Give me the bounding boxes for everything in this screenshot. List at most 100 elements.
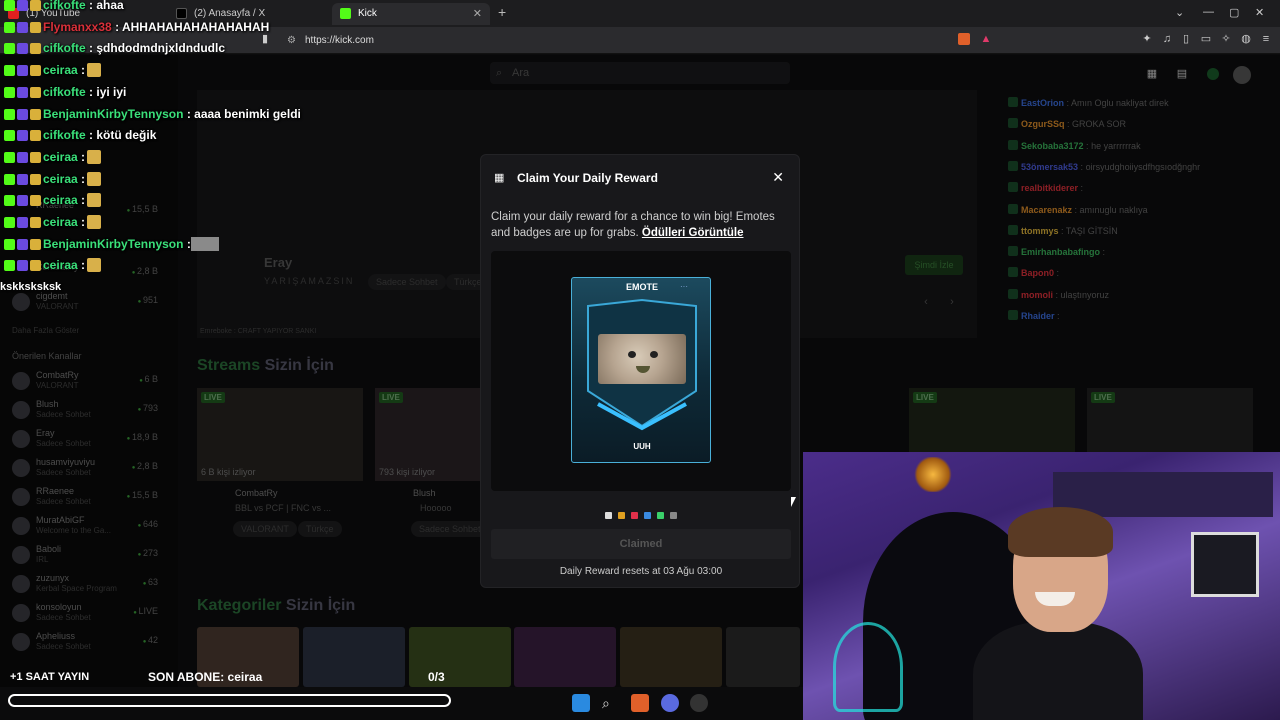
chat-text: : (81, 63, 86, 78)
overlay-chat-message: ceiraa : (4, 149, 102, 166)
obs-icon[interactable] (690, 694, 708, 712)
chat-badges (4, 65, 43, 79)
subscriber-badge-icon (17, 173, 28, 185)
chat-text: : şdhdodmdnjxldndudlc (89, 41, 226, 56)
rarity-swatch (605, 512, 612, 519)
search-icon[interactable]: ⌕ (602, 694, 620, 712)
emote-mouth (636, 366, 650, 373)
kick-badge-icon (4, 173, 15, 185)
view-rewards-link[interactable]: Ödülleri Görüntüle (642, 227, 744, 239)
chat-text: : (81, 258, 86, 273)
windows-start-icon[interactable] (572, 694, 590, 712)
last-sub-label: SON ABONE: ceiraa (148, 670, 263, 684)
kick-badge-icon (4, 217, 15, 228)
emote-icon (87, 258, 102, 273)
webcam-overlay (803, 452, 1280, 720)
chat-badges (4, 21, 43, 36)
kick-badge-icon (4, 0, 15, 11)
emote-eye (650, 351, 658, 358)
chat-badges (4, 0, 43, 14)
overlay-chat-message: cifkofte : kötü değik (4, 128, 156, 144)
url-field[interactable]: ⚙ https://kick.com (285, 31, 965, 50)
emote-image (598, 334, 686, 384)
card-name: UUH (633, 442, 651, 451)
chat-badges (4, 130, 43, 144)
emote-icon (87, 149, 102, 164)
gift-icon: ▦ (494, 172, 505, 184)
new-tab-button[interactable]: + (498, 4, 506, 20)
maximize-icon[interactable]: ▢ (1229, 6, 1239, 19)
emote-badge-icon (30, 43, 41, 55)
rarity-swatch (644, 512, 651, 519)
subscriber-badge-icon (17, 130, 28, 142)
discord-icon[interactable] (661, 694, 679, 712)
close-icon[interactable]: ✕ (772, 169, 784, 186)
close-tab-icon[interactable]: ✕ (473, 3, 482, 25)
chat-badges (4, 151, 43, 166)
chat-username: ceiraa (43, 171, 78, 186)
chat-username: cifkofte (43, 128, 86, 143)
overlay-chat-message: ceiraa : (4, 171, 102, 188)
leo-icon[interactable]: ✧ (1220, 33, 1232, 45)
pixel-art-frame (1191, 532, 1259, 597)
subscriber-badge-icon (17, 0, 28, 11)
chat-text: : kötü değik (89, 128, 157, 143)
subscriber-badge-icon (17, 21, 28, 33)
chat-username: ceiraa (43, 215, 78, 229)
chat-username: Flymanxx38 (43, 19, 112, 34)
close-window-icon[interactable]: ✕ (1255, 6, 1264, 19)
chat-badges (4, 43, 43, 57)
rarity-swatches (605, 506, 683, 519)
chat-text: : (81, 215, 86, 229)
emote-icon (87, 63, 102, 78)
subscriber-badge-icon (17, 260, 28, 272)
brave-rewards-icon[interactable]: ▲ (980, 33, 992, 45)
minimize-icon[interactable]: — (1203, 6, 1214, 18)
more-icon: ··· (680, 282, 688, 291)
emote-badge-icon (30, 21, 41, 33)
menu-icon[interactable]: ≡ (1260, 33, 1272, 45)
subscriber-badge-icon (17, 108, 28, 120)
stream-timer-label: +1 SAAT YAYIN (10, 671, 90, 683)
subscriber-badge-icon (17, 65, 28, 77)
overlay-chat-message: cifkofte : şdhdodmdnjxldndudlc (4, 41, 225, 57)
media-icon[interactable]: ♫ (1161, 33, 1173, 45)
sidebar-icon[interactable]: ▯ (1180, 33, 1192, 45)
vpn-icon[interactable]: ◍ (1240, 33, 1252, 45)
chat-text: : aaaa benimki geldi (186, 106, 301, 121)
kick-badge-icon (4, 108, 15, 120)
chat-username: cifkofte (43, 84, 86, 99)
chevron-down-icon[interactable]: ⌄ (1175, 6, 1184, 19)
subscriber-badge-icon (17, 86, 28, 98)
lamp (913, 457, 953, 492)
tab-kick[interactable]: Kick ✕ (332, 3, 490, 25)
wallet-icon[interactable]: ▭ (1200, 33, 1212, 45)
kick-badge-icon (4, 130, 15, 142)
chat-username: cifkofte (43, 41, 86, 56)
kick-badge-icon (4, 86, 15, 98)
brave-shield-icon[interactable] (958, 33, 970, 45)
emote-badge-icon (30, 65, 41, 77)
emote-badge-icon (30, 86, 41, 98)
tab-label: Kick (358, 8, 377, 19)
brave-icon[interactable] (631, 694, 649, 712)
subscriber-badge-icon (17, 151, 28, 163)
reward-display: EMOTE ··· UUH (491, 251, 791, 491)
overlay-chat-last: kskksksksk (0, 281, 62, 293)
rarity-swatch (618, 512, 625, 519)
chat-badges (4, 195, 43, 209)
chat-text: : ahaa (89, 0, 124, 12)
streamer-hair (1008, 507, 1113, 557)
chat-text: : (81, 193, 86, 208)
rarity-swatch (631, 512, 638, 519)
overlay-chat-message: Flymanxx38 : AHHAHAHAHAHAHAHAH (4, 20, 269, 36)
chat-username: ceiraa (43, 63, 78, 78)
emote-eye (628, 351, 636, 358)
emote-badge-icon (30, 108, 41, 120)
claimed-button[interactable]: Claimed (491, 529, 791, 559)
kick-icon (340, 8, 351, 19)
chat-username: ceiraa (43, 258, 78, 273)
site-settings-icon[interactable]: ⚙ (287, 31, 296, 50)
extensions-icon[interactable]: ✦ (1141, 33, 1153, 45)
sub-goal-count: 0/3 (428, 670, 445, 684)
